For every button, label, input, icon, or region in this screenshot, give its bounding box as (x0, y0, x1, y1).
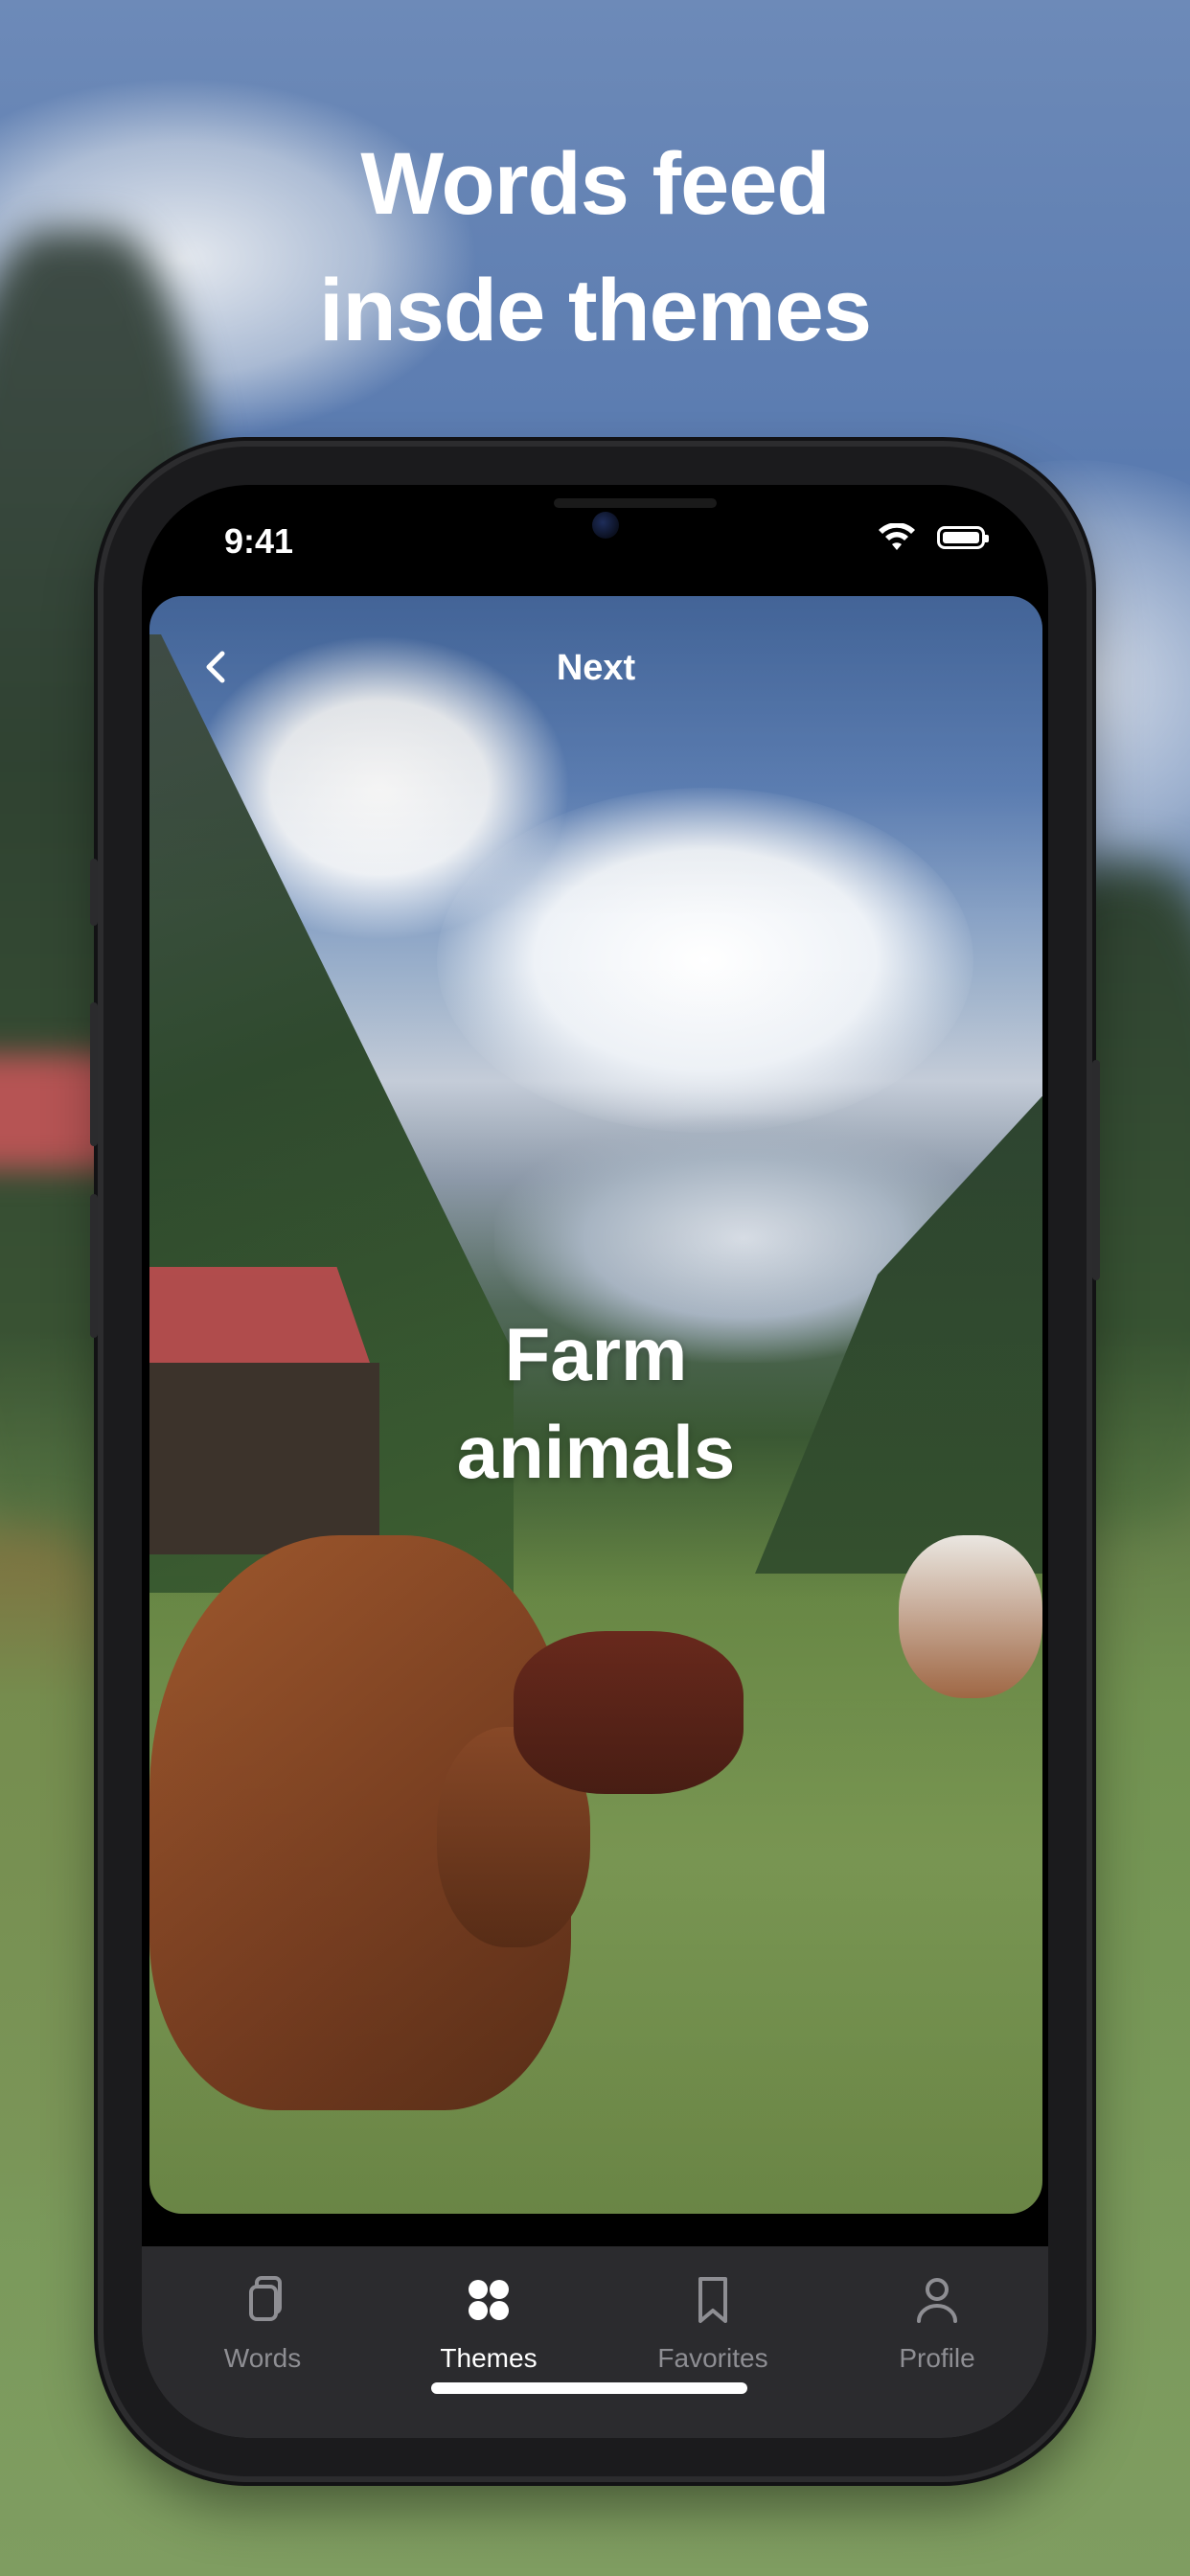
bookmark-icon (698, 2277, 727, 2323)
theme-title-line-2: animals (456, 1410, 736, 1494)
status-time: 9:41 (224, 521, 294, 561)
theme-title-line-1: Farm (504, 1312, 688, 1396)
tab-words[interactable]: Words (176, 2271, 349, 2374)
speaker-grille (554, 498, 717, 508)
headline-line-1: Words feed (360, 135, 830, 233)
grid-dots-icon (469, 2280, 509, 2320)
volume-down-button (90, 1194, 98, 1338)
status-icons (878, 523, 989, 552)
headline-line-2: insde themes (319, 262, 872, 359)
tab-favorites-label: Favorites (657, 2343, 768, 2373)
power-button (1092, 1060, 1100, 1280)
cards-icon (249, 2276, 282, 2321)
wifi-icon (879, 523, 915, 550)
tab-words-label: Words (223, 2343, 302, 2373)
headline: Words feed insde themes (0, 121, 1190, 374)
phone-screen: 9:41 Next Farm animals Words Themes Favo… (142, 485, 1048, 2438)
tab-themes[interactable]: Themes (402, 2271, 575, 2374)
volume-up-button (90, 1002, 98, 1146)
notch (448, 485, 818, 564)
person-icon (917, 2278, 957, 2323)
tab-themes-label: Themes (440, 2343, 538, 2373)
theme-title: Farm animals (149, 1305, 1042, 1501)
front-camera (592, 512, 619, 539)
home-indicator[interactable] (431, 2382, 747, 2394)
mute-switch (90, 859, 98, 926)
tab-favorites[interactable]: Favorites (627, 2271, 799, 2374)
theme-card[interactable]: Next Farm animals (149, 596, 1042, 2214)
next-button[interactable]: Next (149, 648, 1042, 689)
phone-frame: 9:41 Next Farm animals Words Themes Favo… (90, 447, 1100, 2476)
tab-profile[interactable]: Profile (851, 2271, 1023, 2374)
tab-profile-label: Profile (899, 2343, 975, 2373)
tab-bar: Words Themes Favorites Profile (142, 2246, 1048, 2438)
battery-icon (937, 526, 989, 549)
